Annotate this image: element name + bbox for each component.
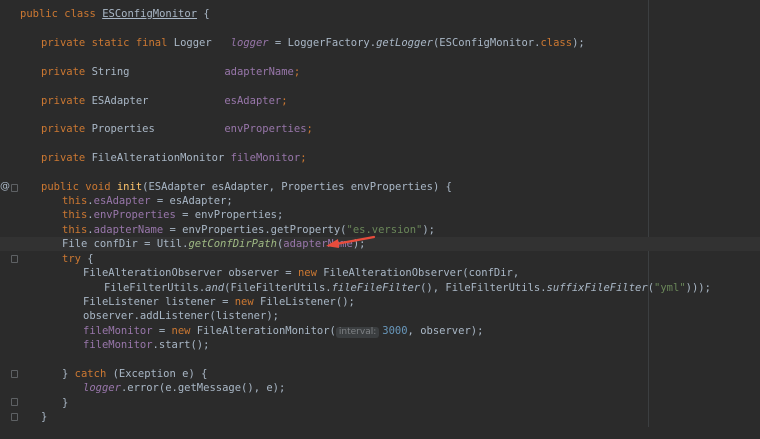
code-text: ESAdapter [91, 95, 225, 107]
code-line[interactable]: } [0, 396, 760, 410]
code-text: ; [281, 95, 288, 107]
code-text: Logger [173, 37, 231, 49]
code-text: = esAdapter; [150, 195, 233, 207]
static-method: getConfDirPath [188, 238, 277, 250]
code-line[interactable]: this.esAdapter = esAdapter; [0, 194, 760, 208]
keyword: public class [20, 8, 103, 20]
keyword: private [41, 66, 92, 78]
code-text: FileListener listener = [83, 296, 235, 308]
keyword: new [234, 296, 254, 308]
code-text: (ESConfigMonitor. [432, 37, 541, 49]
string-literal: "yml" [654, 282, 686, 294]
static-method: suffixFileFilter [546, 282, 648, 294]
code-line[interactable]: fileMonitor.start(); [0, 338, 760, 352]
code-line[interactable]: public void init(ESAdapter esAdapter, Pr… [0, 180, 760, 194]
field-name: envProperties [224, 123, 307, 135]
class-name: ESConfigMonitor [102, 8, 198, 20]
code-text: FileAlterationObserver(confDir, [316, 267, 520, 279]
keyword: private static final [41, 37, 174, 49]
static-field: logger [230, 37, 269, 49]
code-line[interactable]: FileFilterUtils.and(FileFilterUtils.file… [0, 281, 760, 295]
keyword: this [62, 209, 88, 221]
code-text: (FileFilterUtils. [224, 282, 332, 294]
code-line[interactable]: private FileAlterationMonitor fileMonito… [0, 151, 760, 165]
code-text: FileListener(); [253, 296, 355, 308]
code-text: FileFilterUtils. [104, 282, 206, 294]
code-line[interactable]: } catch (Exception e) { [0, 367, 760, 381]
code-line[interactable]: private String adapterName; [0, 65, 760, 79]
code-text: } [62, 368, 75, 380]
code-text: { [197, 8, 210, 20]
keyword: new [297, 267, 317, 279]
keyword: try [62, 253, 81, 265]
code-line[interactable]: public class ESConfigMonitor { [0, 7, 760, 21]
code-text: Properties [91, 123, 225, 135]
code-text: = LoggerFactory. [268, 37, 377, 49]
field-name: adapterName [224, 66, 294, 78]
code-text: File confDir = Util. [62, 238, 189, 250]
code-line[interactable]: this.adapterName = envProperties.getProp… [0, 223, 760, 237]
parameter-hint: interval: [335, 327, 380, 338]
code-line[interactable]: observer.addListener(listener); [0, 309, 760, 323]
annotation-arrow-icon [326, 235, 376, 248]
code-text: ); [422, 224, 436, 236]
code-text: { [80, 253, 94, 265]
code-line[interactable]: private Properties envProperties; [0, 122, 760, 136]
field-name: envProperties [93, 209, 176, 221]
number-literal: 3000 [382, 325, 408, 337]
code-line[interactable]: FileListener listener = new FileListener… [0, 295, 760, 309]
code-text: (ESAdapter esAdapter, Properties envProp… [142, 181, 452, 193]
method-name: init [116, 181, 143, 193]
code-line[interactable]: private static final Logger logger = Log… [0, 36, 760, 50]
code-text: } [62, 397, 69, 409]
code-line[interactable]: } [0, 410, 760, 424]
field-name: fileMonitor [230, 152, 301, 164]
keyword: private [41, 152, 92, 164]
static-field: logger [83, 382, 121, 394]
code-text: ); [572, 37, 585, 49]
field-name: fileMonitor [83, 339, 153, 351]
keyword: class [540, 37, 573, 49]
code-text: FileAlterationObserver observer = [83, 267, 298, 279]
keyword: this [62, 195, 88, 207]
field-name: esAdapter [224, 95, 282, 107]
code-text: ; [293, 66, 301, 78]
code-line-current[interactable]: File confDir = Util.getConfDirPath(adapt… [0, 237, 760, 252]
field-name: fileMonitor [83, 325, 153, 337]
keyword: public void [41, 181, 117, 193]
field-name: esAdapter [93, 195, 151, 207]
code-text: String [91, 66, 225, 78]
code-text: ))); [685, 282, 711, 294]
static-method: getLogger [376, 37, 433, 49]
code-line[interactable]: private ESAdapter esAdapter; [0, 94, 760, 108]
code-line[interactable]: logger.error(e.getMessage(), e); [0, 381, 760, 395]
code-text: } [41, 411, 48, 423]
code-text: , observer); [407, 325, 484, 337]
keyword: catch [74, 368, 107, 380]
keyword: private [41, 95, 92, 107]
code-line[interactable]: try { [0, 252, 760, 266]
keyword: new [171, 325, 191, 337]
static-method: and [205, 282, 225, 294]
code-text: (), FileFilterUtils. [420, 282, 547, 294]
code-line[interactable]: fileMonitor = new FileAlterationMonitor(… [0, 324, 760, 338]
code-line[interactable]: FileAlterationObserver observer = new Fi… [0, 266, 760, 280]
field-name: adapterName [93, 224, 164, 236]
code-text: .error(e.getMessage(), e); [120, 382, 286, 394]
code-text: .start(); [152, 339, 210, 351]
code-text: observer.addListener(listener); [83, 310, 279, 322]
code-text: FileAlterationMonitor( [190, 325, 336, 337]
code-text: = envProperties.getProperty( [163, 224, 347, 236]
code-text: (Exception e) { [106, 368, 208, 380]
code-text: ; [300, 152, 307, 164]
code-text: FileAlterationMonitor [91, 152, 231, 164]
keyword: private [41, 123, 92, 135]
static-method: fileFileFilter [331, 282, 421, 294]
code-text: = [152, 325, 172, 337]
code-text: ; [306, 123, 313, 135]
keyword: this [62, 224, 88, 236]
code-line[interactable]: this.envProperties = envProperties; [0, 208, 760, 222]
code-text: = envProperties; [175, 209, 284, 221]
